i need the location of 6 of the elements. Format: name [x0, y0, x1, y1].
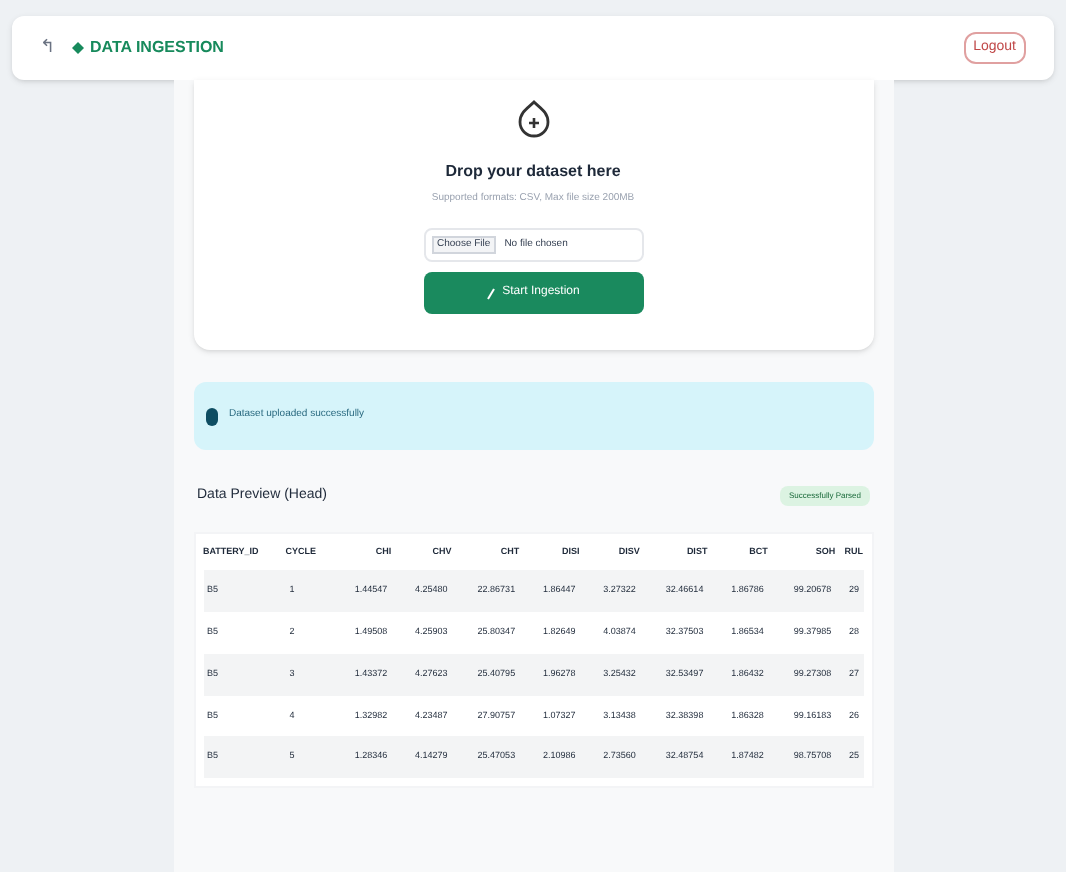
- upload-icon: [515, 100, 551, 140]
- diamond-icon: [72, 42, 84, 54]
- pen-icon: [486, 287, 497, 299]
- drop-title: Drop your dataset here: [445, 160, 621, 184]
- page-title: DATA INGESTION: [90, 36, 224, 60]
- back-glyph[interactable]: ↰: [40, 34, 56, 62]
